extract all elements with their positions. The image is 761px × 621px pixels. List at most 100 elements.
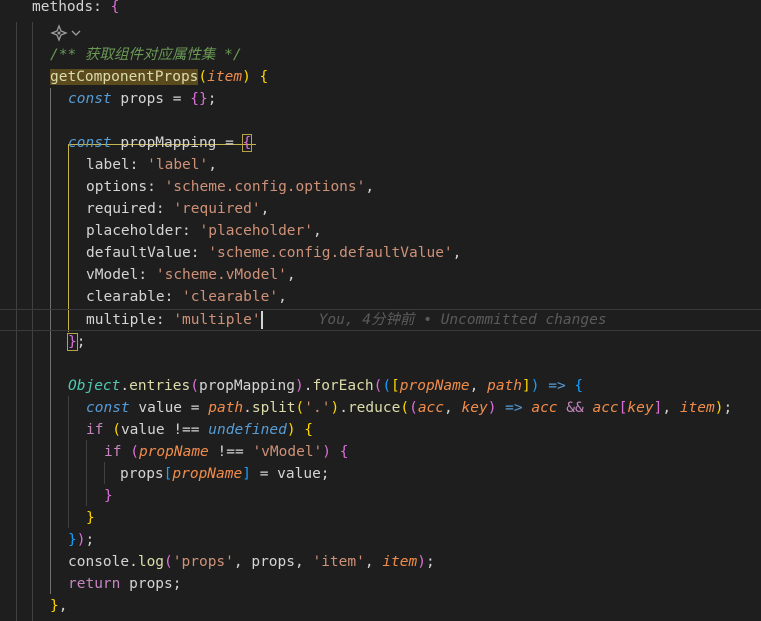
token: ; [207,91,217,107]
code-line-12: vModel: 'scheme.vModel', [0,264,761,286]
token: multiple [86,312,156,328]
token: path [487,378,523,394]
code-editor[interactable]: methods: { /** 获取组件对应属性集 */ getComponent… [0,0,761,621]
token: !== [208,444,253,460]
token: ( [373,378,383,394]
token: path [208,400,244,416]
code-line-25: console.log('props', props, 'item', item… [0,551,761,573]
token: item [679,400,715,416]
token: vModel [86,267,139,283]
token: forEach [312,378,374,394]
token: return [68,576,121,592]
token: methods [32,0,94,15]
comment: /** 获取组件对应属性集 */ [50,47,242,63]
token: undefined [208,422,287,438]
token: : [155,201,174,217]
token: propName [138,444,209,460]
token: , [469,378,488,394]
code-line-10: placeholder: 'placeholder', [0,220,761,242]
code-line-26: return props; [0,573,761,595]
token: , [278,289,287,305]
token: props = [111,91,191,107]
token: : [190,245,209,261]
token: !== [164,422,209,438]
token: value [120,422,165,438]
token: ) [286,422,296,438]
token: propName [172,466,243,482]
token: 'required' [173,201,261,217]
text-cursor [260,311,263,329]
code-line-18: const value = path.split('.').reduce((ac… [0,397,761,419]
token: reduce [347,400,401,416]
token: 'item' [312,554,365,570]
token: , [452,245,462,261]
code-line-2: /** 获取组件对应属性集 */ [0,44,761,66]
token: { [259,69,269,85]
token: 'scheme.config.defaultValue' [208,245,453,261]
token: console [68,554,130,570]
code-line-14-current: multiple: 'multiple' You, 4分钟前 • Uncommit… [0,309,761,331]
token: ] [242,466,251,482]
token: [ [391,378,400,394]
token: label [86,157,130,173]
code-line-24: }); [0,529,761,551]
chevron-down-icon[interactable] [70,27,82,39]
token: item [382,554,418,570]
token: , [662,400,680,416]
token: , [286,267,296,283]
sparkle-icon[interactable] [50,24,68,42]
token: : [93,0,111,15]
token: required [86,201,156,217]
token: propMapping [198,378,295,394]
token: . [243,400,252,416]
token: : [129,157,148,173]
code-line-6: const propMapping = { [0,132,761,154]
token: } [86,510,95,526]
code-line-0: methods: { [0,0,761,18]
token: { [241,134,253,152]
token: '.' [304,400,331,416]
token: ; [76,334,86,350]
token: defaultValue [86,245,191,261]
token: ( [409,400,418,416]
token: { [110,0,120,15]
token: ) [417,554,426,570]
token: ( [112,422,121,438]
token: options [86,179,148,195]
token: && [557,400,593,416]
token: acc [531,400,558,416]
codelens-actions[interactable] [50,22,82,44]
token: . [129,554,138,570]
token: , [365,179,375,195]
token: ( [400,400,410,416]
token: propName [399,378,470,394]
token: 'multiple' [173,312,261,328]
token: props [120,466,164,482]
token: , [444,400,462,416]
token: ( [190,378,199,394]
token: 'placeholder' [199,223,314,239]
code-line-15: }; [0,331,761,353]
code-line-22: } [0,485,761,507]
token: key [627,400,654,416]
token: key [461,400,488,416]
token: acc [592,400,619,416]
token: props; [120,576,182,592]
token: split [251,400,296,416]
token: ; [425,554,435,570]
code-line-7: label: 'label', [0,154,761,176]
token: 'vModel' [252,444,323,460]
token: , [208,157,217,173]
token: } [50,598,59,614]
code-line-17: Object.entries(propMapping).forEach(([pr… [0,375,761,397]
token: ) [242,69,251,85]
token: , props, [233,554,313,570]
token: ; [723,400,733,416]
token: , [58,598,68,614]
code-line-3: getComponentProps(item) { [0,66,761,88]
code-line-8: options: 'scheme.config.options', [0,176,761,198]
token: placeholder [86,223,183,239]
token: => [496,400,532,416]
token: . [339,400,348,416]
